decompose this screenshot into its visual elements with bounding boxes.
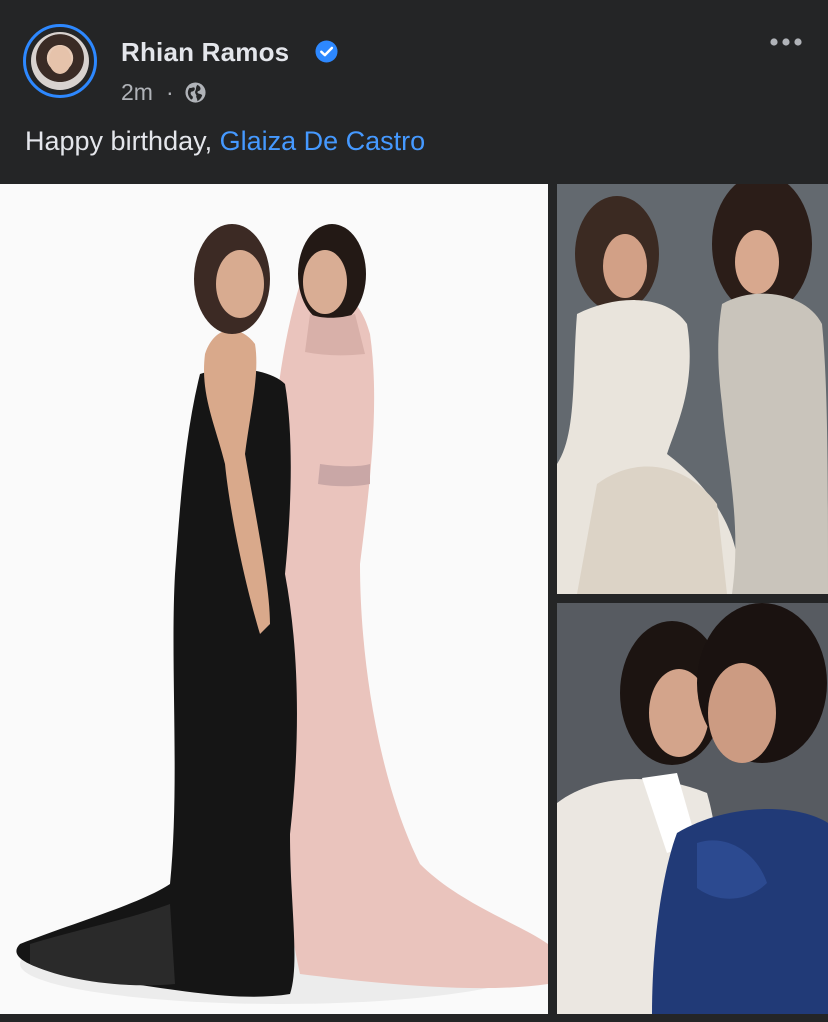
caption-mention-link[interactable]: Glaiza De Castro	[220, 126, 426, 156]
post-header: Rhian Ramos 2m ·	[0, 0, 828, 120]
caption-text: Happy birthday,	[25, 126, 220, 156]
photo-top-right-image	[557, 184, 828, 594]
photo-bottom-right-image	[557, 603, 828, 1014]
author-avatar[interactable]	[23, 24, 97, 98]
verified-badge-icon	[315, 40, 338, 63]
photo-bottom-right[interactable]	[557, 603, 828, 1014]
photo-top-right[interactable]	[557, 184, 828, 594]
meta-separator: ·	[166, 79, 174, 105]
more-options-icon[interactable]	[766, 30, 806, 54]
photo-main[interactable]	[0, 184, 548, 1014]
globe-icon[interactable]	[184, 81, 207, 104]
author-name[interactable]: Rhian Ramos	[121, 37, 289, 68]
avatar-image	[31, 32, 89, 90]
post-timestamp[interactable]: 2m	[121, 79, 153, 106]
post-caption: Happy birthday, Glaiza De Castro	[25, 126, 425, 157]
photo-main-image	[0, 184, 548, 1014]
